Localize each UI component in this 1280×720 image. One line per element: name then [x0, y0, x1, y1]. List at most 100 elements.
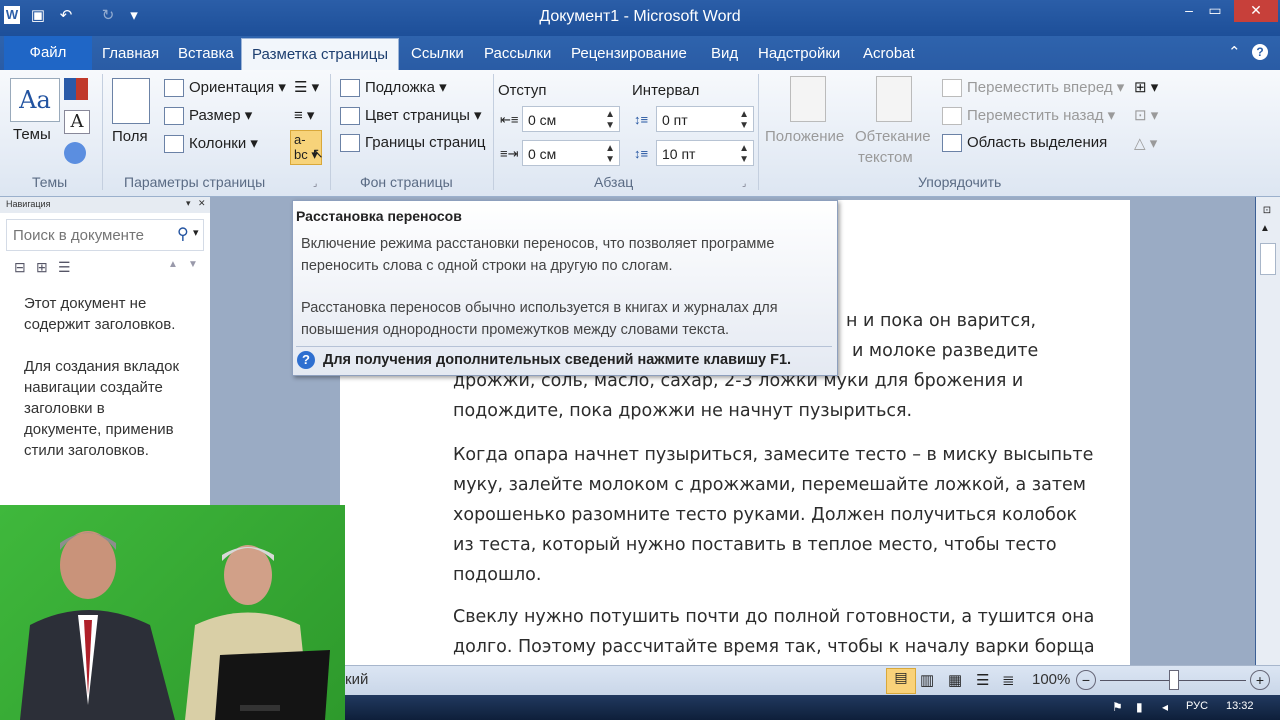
tray-flag-icon[interactable]: ⚑ [1112, 700, 1123, 714]
mouse-cursor-icon: ↖ [312, 145, 324, 161]
tab-page-layout[interactable]: Разметка страницы [241, 38, 400, 71]
next-arrow-icon[interactable]: ▼ [188, 259, 198, 270]
page-color-button[interactable]: Цвет страницы ▾ [340, 106, 482, 126]
tooltip-description-line: Включение режима расстановки переносов, … [301, 236, 775, 252]
rotate-button[interactable]: △ ▾ [1134, 134, 1157, 152]
indent-left-input[interactable]: 0 см ▲ ▼ [522, 106, 620, 132]
pane-close-icon[interactable]: ✕ [198, 198, 206, 209]
language-indicator[interactable]: РУС [1186, 700, 1208, 712]
position-button[interactable]: Положение [765, 128, 844, 145]
orientation-button[interactable]: Ориентация ▾ [164, 78, 286, 98]
doc-line: подошло. [453, 565, 542, 585]
indent-right-input[interactable]: 0 см ▲ ▼ [522, 140, 620, 166]
spacing-after-icon: ↕≡ [634, 146, 649, 161]
close-button[interactable]: ✕ [1234, 0, 1278, 22]
navigation-pane-header: Навигация ▾ ✕ [0, 197, 210, 213]
wrap-text-button[interactable]: Обтекание [855, 128, 931, 145]
browse-results-icon[interactable]: ☰ [58, 259, 71, 276]
print-layout-icon[interactable]: ▤ [886, 668, 916, 694]
position-icon[interactable] [790, 76, 826, 122]
help-icon[interactable]: ? [1252, 44, 1268, 60]
zoom-slider-thumb[interactable] [1169, 670, 1179, 690]
spacing-before-input[interactable]: 0 пт ▲ ▼ [656, 106, 754, 132]
send-backward-button[interactable]: Переместить назад ▾ [942, 106, 1115, 126]
line-numbers-button[interactable]: ≡ ▾ [294, 106, 314, 124]
indent-left-icon: ⇤≡ [500, 112, 519, 127]
size-icon [164, 107, 184, 126]
theme-effects-icon[interactable] [64, 142, 86, 164]
minimize-ribbon-icon[interactable]: ⌃ [1228, 43, 1241, 61]
window-title: Документ1 - Microsoft Word [539, 8, 741, 25]
doc-line: хорошенько разомните тесто руками. Долже… [453, 505, 1078, 525]
margins-icon[interactable] [112, 78, 150, 124]
previous-arrow-icon[interactable]: ▲ [168, 259, 178, 270]
doc-line: муку, залейте молоком с дрожжами, переме… [453, 475, 1086, 495]
watermark-button[interactable]: Подложка ▾ [340, 78, 447, 98]
selection-pane-button[interactable]: Область выделения [942, 134, 1107, 153]
tab-insert[interactable]: Вставка [178, 45, 234, 62]
page-setup-launcher-icon[interactable]: ⌟ [313, 178, 317, 189]
web-layout-icon[interactable]: ▦ [948, 671, 962, 689]
theme-colors-icon[interactable] [64, 78, 88, 100]
tab-home[interactable]: Главная [102, 45, 159, 62]
full-screen-reading-icon[interactable]: ▥ [920, 671, 934, 689]
breaks-button[interactable]: ☰ ▾ [294, 78, 319, 96]
paragraph-launcher-icon[interactable]: ⌟ [742, 178, 746, 189]
presenters-image [20, 531, 330, 720]
tab-references[interactable]: Ссылки [411, 45, 464, 62]
tooltip-description-line: Расстановка переносов обычно используетс… [301, 300, 778, 316]
tab-addins[interactable]: Надстройки [758, 45, 840, 62]
doc-line: Когда опара начнет пузыриться, замесите … [453, 445, 1094, 465]
align-button[interactable]: ⊞ ▾ [1134, 78, 1158, 96]
scroll-up-icon[interactable]: ▲ [1260, 223, 1270, 234]
themes-button[interactable]: Темы [13, 126, 51, 143]
browse-pages-icon[interactable]: ⊞ [36, 259, 48, 276]
margins-button[interactable]: Поля [112, 128, 148, 145]
language-status[interactable]: кий [345, 671, 368, 688]
wrap-text-icon[interactable] [876, 76, 912, 122]
search-dropdown-icon[interactable]: ▾ [193, 226, 199, 239]
tab-view[interactable]: Вид [711, 45, 738, 62]
maximize-button[interactable]: ▭ [1198, 0, 1232, 22]
bring-forward-button[interactable]: Переместить вперед ▾ [942, 78, 1124, 98]
indent-label: Отступ [498, 82, 547, 99]
search-icon[interactable]: ⚲ [177, 224, 189, 244]
draft-view-icon[interactable]: ≣ [1002, 671, 1015, 689]
tab-acrobat[interactable]: Acrobat [863, 45, 915, 62]
doc-line: подождите, пока дрожжи не начнут пузырит… [453, 401, 913, 421]
group-label-paragraph: Абзац [594, 174, 634, 190]
ribbon: Aa Темы A Темы Поля Ориентация ▾ Размер … [0, 70, 1280, 197]
ruler-toggle-icon[interactable]: ⊡ [1260, 205, 1274, 219]
vertical-scrollbar[interactable]: ⊡ ▲ [1256, 197, 1280, 665]
theme-fonts-icon[interactable]: A [64, 110, 90, 134]
themes-icon[interactable]: Aa [10, 78, 60, 122]
orientation-icon [164, 79, 184, 98]
clock[interactable]: 13:32 [1226, 700, 1254, 712]
tooltip-description-line: переносить слова с одной строки на другу… [301, 258, 673, 274]
group-label-page-setup: Параметры страницы [124, 174, 266, 190]
tray-volume-icon[interactable]: ◂ [1162, 700, 1168, 714]
tab-mailings[interactable]: Рассылки [484, 45, 551, 62]
page-borders-button[interactable]: Границы страниц [340, 134, 485, 153]
tab-file[interactable]: Файл [4, 36, 92, 70]
page-color-icon [340, 107, 360, 126]
pane-options-icon[interactable]: ▾ [186, 198, 191, 209]
tray-network-icon[interactable]: ▮ [1136, 700, 1143, 714]
zoom-out-icon[interactable]: − [1076, 670, 1096, 690]
group-objects-button[interactable]: ⊡ ▾ [1134, 106, 1158, 124]
columns-button[interactable]: Колонки ▾ [164, 134, 258, 154]
size-button[interactable]: Размер ▾ [164, 106, 252, 126]
zoom-in-icon[interactable]: + [1250, 670, 1270, 690]
outline-view-icon[interactable]: ☰ [976, 671, 989, 689]
search-document-box[interactable]: ⚲ ▾ [6, 219, 204, 251]
doc-line: н и пока он варится, [846, 311, 1037, 331]
tab-review[interactable]: Рецензирование [571, 45, 687, 62]
scroll-thumb[interactable] [1260, 243, 1276, 275]
browse-headings-icon[interactable]: ⊟ [14, 259, 26, 276]
title-bar: W ▣ ↶ ↻ ▾ Документ1 - Microsoft Word – ▭… [0, 0, 1280, 36]
watermark-icon [340, 79, 360, 98]
spacing-after-input[interactable]: 10 пт ▲ ▼ [656, 140, 754, 166]
no-headings-message: Этот документ не содержит заголовков. Дл… [24, 295, 180, 459]
search-input[interactable] [11, 224, 175, 246]
zoom-level[interactable]: 100% [1032, 671, 1070, 688]
